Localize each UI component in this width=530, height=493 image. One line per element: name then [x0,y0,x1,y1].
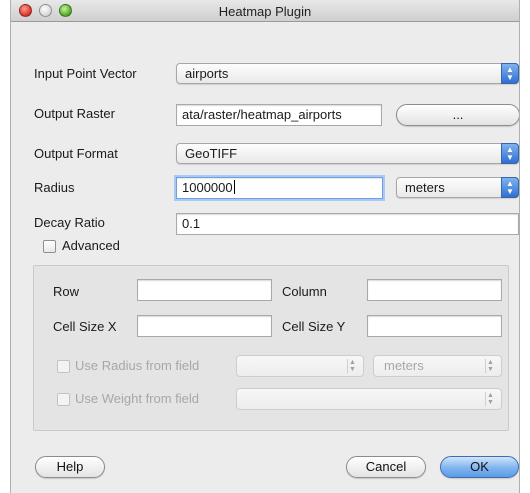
column-label: Column [282,284,327,299]
decay-ratio-field[interactable]: 0.1 [176,213,519,235]
title-bar: Heatmap Plugin [11,0,519,22]
radius-unit-value: meters [405,180,445,195]
chevron-up-down-icon: ▲ ▼ [501,63,519,84]
advanced-checkbox[interactable] [43,240,56,253]
weight-field-select[interactable]: ▲ ▼ [236,388,502,410]
radius-field-unit-value: meters [384,358,424,373]
chevron-up-down-icon: ▲ ▼ [485,392,495,406]
chevron-up-down-icon: ▲ ▼ [347,359,357,373]
input-point-vector-select[interactable]: airports ▲ ▼ [176,63,519,84]
ok-button[interactable]: OK [440,456,519,478]
use-radius-label: Use Radius from field [75,358,200,373]
text-caret [233,180,235,194]
radius-field-unit-select[interactable]: meters ▲ ▼ [373,355,502,377]
output-format-label: Output Format [34,146,118,161]
radius-value: 1000000 [182,180,233,195]
decay-ratio-label: Decay Ratio [34,215,105,230]
help-button[interactable]: Help [35,456,105,478]
browse-output-button[interactable]: ... [396,104,519,126]
row-label: Row [53,284,80,299]
chevron-up-down-icon: ▲ ▼ [485,359,495,373]
use-weight-checkbox[interactable] [57,393,70,406]
cell-size-x-field[interactable] [137,315,272,337]
chevron-up-down-icon: ▲ ▼ [501,177,519,198]
cancel-button[interactable]: Cancel [346,456,426,478]
advanced-label: Advanced [62,238,120,253]
column-field[interactable] [367,279,502,301]
radius-label: Radius [34,180,75,195]
output-format-value: GeoTIFF [185,146,238,161]
radius-field-select[interactable]: ▲ ▼ [236,355,364,377]
cell-size-y-label: Cell Size Y [282,319,346,334]
chevron-up-down-icon: ▲ ▼ [501,143,519,164]
cell-size-y-field[interactable] [367,315,502,337]
window-title: Heatmap Plugin [218,4,312,19]
radius-unit-select[interactable]: meters ▲ ▼ [396,177,519,198]
input-point-vector-value: airports [185,66,229,81]
output-format-select[interactable]: GeoTIFF ▲ ▼ [176,143,519,164]
radius-field[interactable]: 1000000 [176,177,383,199]
row-field[interactable] [137,279,272,301]
use-radius-checkbox[interactable] [57,360,70,373]
output-raster-label: Output Raster [34,106,115,121]
cell-size-x-label: Cell Size X [53,319,117,334]
use-weight-label: Use Weight from field [75,391,200,406]
input-point-vector-label: Input Point Vector [34,66,137,81]
output-raster-field[interactable]: ata/raster/heatmap_airports [176,104,382,126]
heatmap-dialog: Heatmap Plugin Input Point Vector airpor… [10,0,520,493]
